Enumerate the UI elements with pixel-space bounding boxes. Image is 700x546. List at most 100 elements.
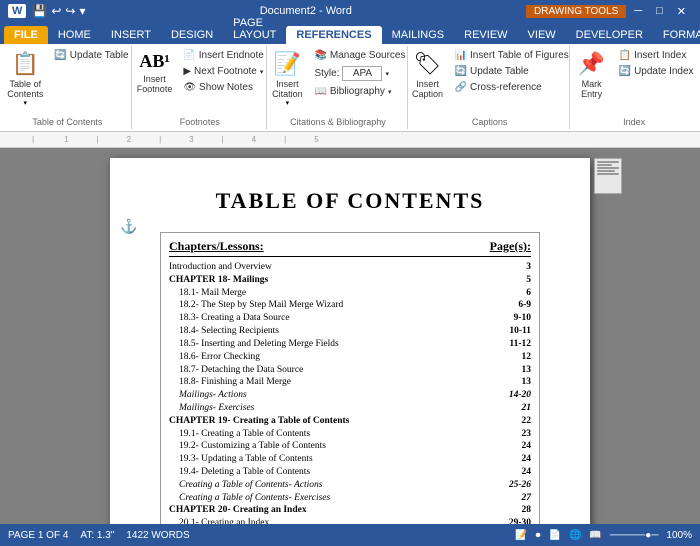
position: AT: 1.3": [80, 530, 114, 541]
ribbon-group-toc: 📋 Table ofContents ▾ 🔄 Update Table Tabl…: [4, 46, 132, 129]
toc-label: Table ofContents: [7, 79, 43, 99]
ribbon: 📋 Table ofContents ▾ 🔄 Update Table Tabl…: [0, 44, 700, 132]
proofing-icon[interactable]: 📝: [515, 530, 527, 541]
tab-references[interactable]: REFERENCES: [286, 26, 381, 44]
tab-developer[interactable]: DEVELOPER: [566, 26, 653, 44]
status-bar: PAGE 1 OF 4 AT: 1.3" 1422 WORDS 📝 ⏺ 📄 🌐 …: [0, 524, 700, 546]
insert-caption-button[interactable]: 🏷 InsertCaption: [408, 48, 448, 102]
toc-header-row: Chapters/Lessons: Page(s):: [169, 239, 531, 257]
style-label: Style:: [314, 68, 339, 79]
mark-entry-button[interactable]: 📌 MarkEntry: [572, 48, 612, 102]
save-icon[interactable]: 💾: [32, 4, 47, 18]
ribbon-tabs: FILE HOME INSERT DESIGN PAGE LAYOUT REFE…: [0, 22, 700, 44]
update-index-label: Update Index: [634, 66, 694, 77]
thumb-line: [597, 164, 612, 166]
style-selector[interactable]: Style: APA ▾: [311, 64, 408, 83]
toc-row: 18.1- Mail Merge6: [169, 287, 531, 300]
toc-row: 18.5- Inserting and Deleting Merge Field…: [169, 338, 531, 351]
tab-page-layout[interactable]: PAGE LAYOUT: [223, 14, 286, 44]
toc-dropdown[interactable]: ▾: [24, 99, 28, 107]
insert-endnote-button[interactable]: 📄 Insert Endnote: [180, 48, 267, 63]
anchor-icon: ⚓: [120, 218, 137, 235]
view-read-icon[interactable]: 📖: [589, 530, 601, 541]
show-notes-button[interactable]: 👁 Show Notes: [180, 80, 267, 95]
undo-icon[interactable]: ↩: [51, 4, 61, 18]
insert-footnote-label: InsertFootnote: [137, 74, 173, 94]
toc-group-label: Table of Contents: [32, 115, 102, 127]
word-logo: W: [8, 4, 26, 18]
redo-icon[interactable]: ↪: [65, 4, 75, 18]
tab-home[interactable]: HOME: [48, 26, 101, 44]
toc-row: 18.7- Detaching the Data Source13: [169, 364, 531, 377]
document-page: Table Of Contents ⚓ Chapters/Lessons: Pa…: [110, 158, 590, 524]
next-fn-dropdown[interactable]: ▾: [260, 68, 264, 76]
manage-sources-button[interactable]: 📚 Manage Sources: [311, 48, 408, 63]
ribbon-group-captions: 🏷 InsertCaption 📊 Insert Table of Figure…: [410, 46, 570, 129]
table-of-contents-button[interactable]: 📋 Table ofContents ▾: [3, 48, 47, 110]
tab-mailings[interactable]: MAILINGS: [382, 26, 455, 44]
maximize-btn[interactable]: □: [650, 5, 669, 18]
tab-design[interactable]: DESIGN: [161, 26, 223, 44]
bibliography-button[interactable]: 📖 Bibliography ▾: [311, 84, 408, 99]
insert-footnote-button[interactable]: AB¹ InsertFootnote: [133, 48, 177, 97]
tab-format[interactable]: FORMAT: [653, 26, 700, 44]
insert-citation-label: InsertCitation: [272, 79, 303, 99]
footnotes-group-label: Footnotes: [180, 115, 220, 127]
toc-row: Introduction and Overview3: [169, 261, 531, 274]
toc-row: CHAPTER 19- Creating a Table of Contents…: [169, 415, 531, 428]
ribbon-group-footnotes: AB¹ InsertFootnote 📄 Insert Endnote ▶ Ne…: [134, 46, 267, 129]
tab-view[interactable]: VIEW: [518, 26, 566, 44]
cross-reference-button[interactable]: 🔗 Cross-reference: [452, 80, 572, 95]
tab-insert[interactable]: INSERT: [101, 26, 161, 44]
next-fn-icon: ▶: [183, 66, 191, 77]
thumb-line: [597, 170, 615, 172]
citation-icon: 📝: [274, 51, 301, 77]
citation-dropdown[interactable]: ▾: [286, 99, 290, 107]
update-table-toc-button[interactable]: 🔄 Update Table: [51, 48, 131, 63]
ruler: | 1 | 2 | 3 | 4 | 5: [0, 132, 700, 148]
insert-index-label: Insert Index: [634, 50, 686, 61]
index-small-btns: 📋 Insert Index 🔄 Update Index: [616, 48, 697, 79]
show-notes-label: Show Notes: [199, 82, 253, 93]
view-print-icon[interactable]: 📄: [549, 530, 561, 541]
update-table-label: Update Table: [70, 50, 129, 61]
citations-group-label: Citations & Bibliography: [290, 115, 386, 127]
caption-icon: 🏷: [414, 51, 442, 77]
toc-row: 18.4- Selecting Recipients10-11: [169, 325, 531, 338]
document-area: Table Of Contents ⚓ Chapters/Lessons: Pa…: [0, 148, 700, 524]
toc-row: Creating a Table of Contents- Exercises2…: [169, 492, 531, 505]
thumb-line: [597, 161, 619, 163]
style-value[interactable]: APA: [342, 66, 382, 81]
insert-citation-button[interactable]: 📝 InsertCitation ▾: [267, 48, 307, 110]
toc-row: 19.1- Creating a Table of Contents23: [169, 428, 531, 441]
minimize-btn[interactable]: ─: [628, 5, 648, 18]
bib-dropdown[interactable]: ▾: [388, 88, 392, 96]
macro-icon[interactable]: ⏺: [536, 530, 541, 541]
thumb-line: [597, 167, 619, 169]
update-index-button[interactable]: 🔄 Update Index: [616, 64, 697, 79]
toc-header-pages: Page(s):: [490, 239, 531, 254]
toc-row: 20.1- Creating an Index29-30: [169, 517, 531, 524]
insert-idx-icon: 📋: [619, 50, 631, 61]
footnotes-small-btns: 📄 Insert Endnote ▶ Next Footnote ▾ 👁 Sho…: [180, 48, 267, 95]
close-btn[interactable]: ✕: [671, 5, 692, 18]
page-count: PAGE 1 OF 4: [8, 530, 68, 541]
bibliography-label: Bibliography: [330, 86, 385, 97]
style-dropdown[interactable]: ▾: [385, 70, 389, 78]
toc-table: Chapters/Lessons: Page(s): Introduction …: [160, 232, 540, 524]
toc-row: Mailings- Exercises21: [169, 402, 531, 415]
update-table-cap-label: Update Table: [470, 66, 529, 77]
cross-reference-label: Cross-reference: [470, 82, 542, 93]
footnote-icon: AB¹: [139, 51, 169, 72]
toc-group-content: 📋 Table ofContents ▾ 🔄 Update Table: [3, 48, 131, 115]
view-web-icon[interactable]: 🌐: [569, 530, 581, 541]
next-footnote-button[interactable]: ▶ Next Footnote ▾: [180, 64, 267, 79]
title-bar-left: W 💾 ↩ ↪ ▾: [8, 4, 86, 18]
insert-table-figures-button[interactable]: 📊 Insert Table of Figures: [452, 48, 572, 63]
update-table-cap-button[interactable]: 🔄 Update Table: [452, 64, 572, 79]
tab-review[interactable]: REVIEW: [454, 26, 517, 44]
tab-file[interactable]: FILE: [4, 26, 48, 44]
toc-row: 18.3- Creating a Data Source9-10: [169, 312, 531, 325]
insert-index-button[interactable]: 📋 Insert Index: [616, 48, 697, 63]
zoom-slider[interactable]: ─────●─: [610, 530, 659, 541]
